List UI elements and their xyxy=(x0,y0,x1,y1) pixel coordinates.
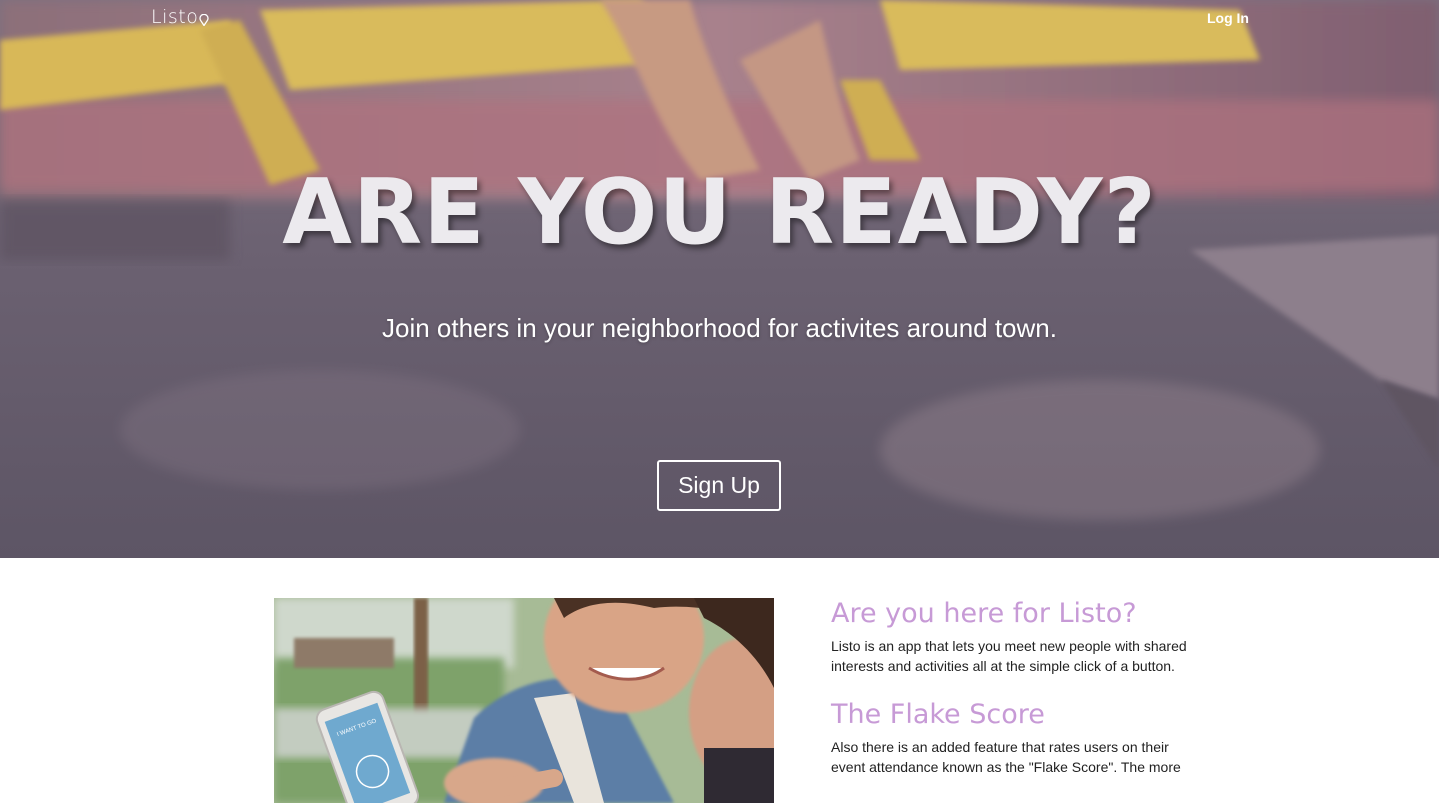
info-column: Are you here for Listo? Listo is an app … xyxy=(831,596,1191,777)
signup-button[interactable]: Sign Up xyxy=(657,460,781,511)
section-body-flake-score: Also there is an added feature that rate… xyxy=(831,739,1181,775)
friends-using-app-photo: I WANT TO GO xyxy=(274,598,774,803)
listo-logo[interactable]: Listo xyxy=(151,6,209,28)
hero-banner: Listo Log In ARE YOU READY? Join others … xyxy=(0,0,1439,558)
section-heading-flake-score: The Flake Score xyxy=(831,699,1045,730)
hero-title: ARE YOU READY? xyxy=(282,160,1157,265)
section-heading-about: Are you here for Listo? xyxy=(831,598,1137,629)
map-pin-icon xyxy=(199,13,209,26)
section-body-about: Listo is an app that lets you meet new p… xyxy=(831,638,1187,674)
logo-text: Listo xyxy=(151,6,199,28)
photo-illustration: I WANT TO GO xyxy=(274,598,774,803)
login-link[interactable]: Log In xyxy=(1207,10,1249,26)
top-navigation: Listo Log In xyxy=(0,0,1439,40)
hero-subtitle: Join others in your neighborhood for act… xyxy=(382,313,1057,343)
